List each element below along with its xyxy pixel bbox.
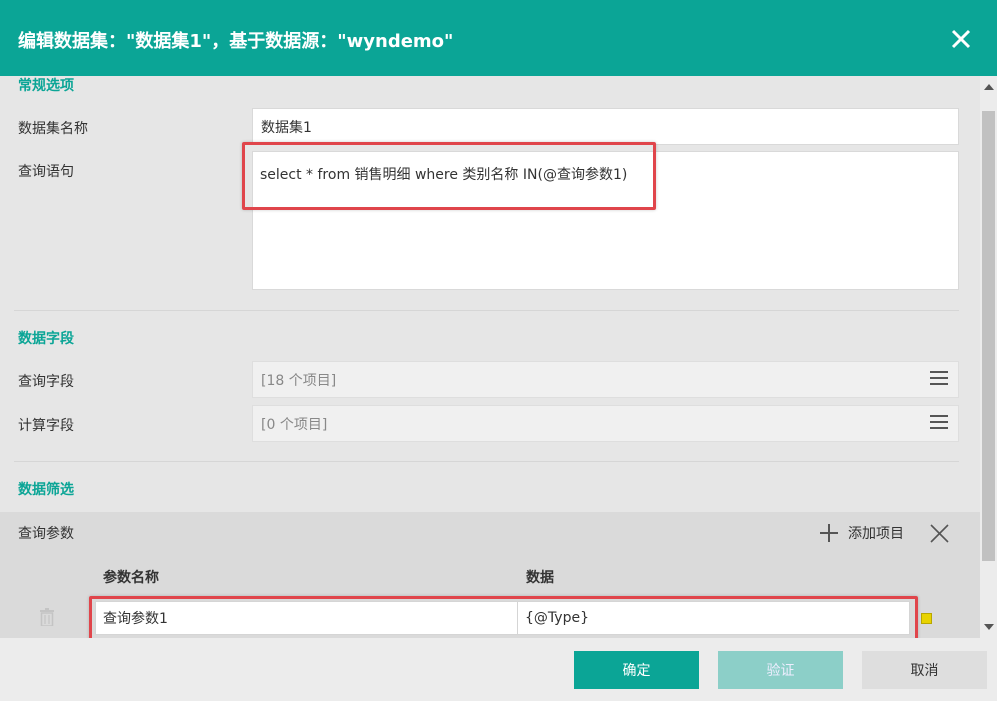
section-filter-title: 数据筛选 xyxy=(18,482,74,498)
ok-button[interactable]: 确定 xyxy=(574,651,699,689)
section-fields-title: 数据字段 xyxy=(18,331,74,347)
section-general-title: 常规选项 xyxy=(18,78,74,94)
close-icon[interactable] xyxy=(930,524,949,543)
cancel-button[interactable]: 取消 xyxy=(862,651,987,689)
divider xyxy=(14,461,959,462)
status-indicator xyxy=(921,613,932,624)
query-fields-value: [18 个项目] xyxy=(261,372,337,389)
col-header-param-name: 参数名称 xyxy=(103,570,159,586)
calc-fields-field[interactable]: [0 个项目] xyxy=(252,405,959,442)
plus-icon xyxy=(820,524,838,542)
calc-fields-menu-icon[interactable] xyxy=(930,415,948,431)
dataset-name-label: 数据集名称 xyxy=(18,121,88,137)
add-item-label: 添加项目 xyxy=(848,526,904,542)
scroll-down-arrow-icon[interactable] xyxy=(984,624,994,630)
dialog-title-bar: 编辑数据集："数据集1"，基于数据源："wyndemo" xyxy=(0,0,997,76)
highlight-box-params xyxy=(89,596,918,643)
close-icon[interactable] xyxy=(946,24,976,54)
dialog-title: 编辑数据集："数据集1"，基于数据源："wyndemo" xyxy=(18,31,454,52)
add-item-button[interactable]: 添加项目 xyxy=(820,522,904,544)
validate-button[interactable]: 验证 xyxy=(718,651,843,689)
query-fields-menu-icon[interactable] xyxy=(930,371,948,387)
scrollbar[interactable] xyxy=(980,76,997,638)
trash-icon[interactable] xyxy=(40,608,54,627)
scrollbar-thumb[interactable] xyxy=(982,111,995,561)
scroll-up-arrow-icon[interactable] xyxy=(984,84,994,90)
calc-fields-value: [0 个项目] xyxy=(261,416,328,433)
dataset-name-input[interactable]: 数据集1 xyxy=(252,108,959,145)
calc-fields-label: 计算字段 xyxy=(18,418,74,434)
dialog-footer: 确定 验证 取消 xyxy=(0,638,997,701)
divider xyxy=(14,310,959,311)
col-header-data: 数据 xyxy=(526,570,554,586)
query-fields-field[interactable]: [18 个项目] xyxy=(252,361,959,398)
query-fields-label: 查询字段 xyxy=(18,374,74,390)
query-params-label: 查询参数 xyxy=(18,526,74,542)
dataset-name-value: 数据集1 xyxy=(261,119,312,136)
highlight-box-query xyxy=(242,142,656,210)
query-statement-label: 查询语句 xyxy=(18,164,74,180)
